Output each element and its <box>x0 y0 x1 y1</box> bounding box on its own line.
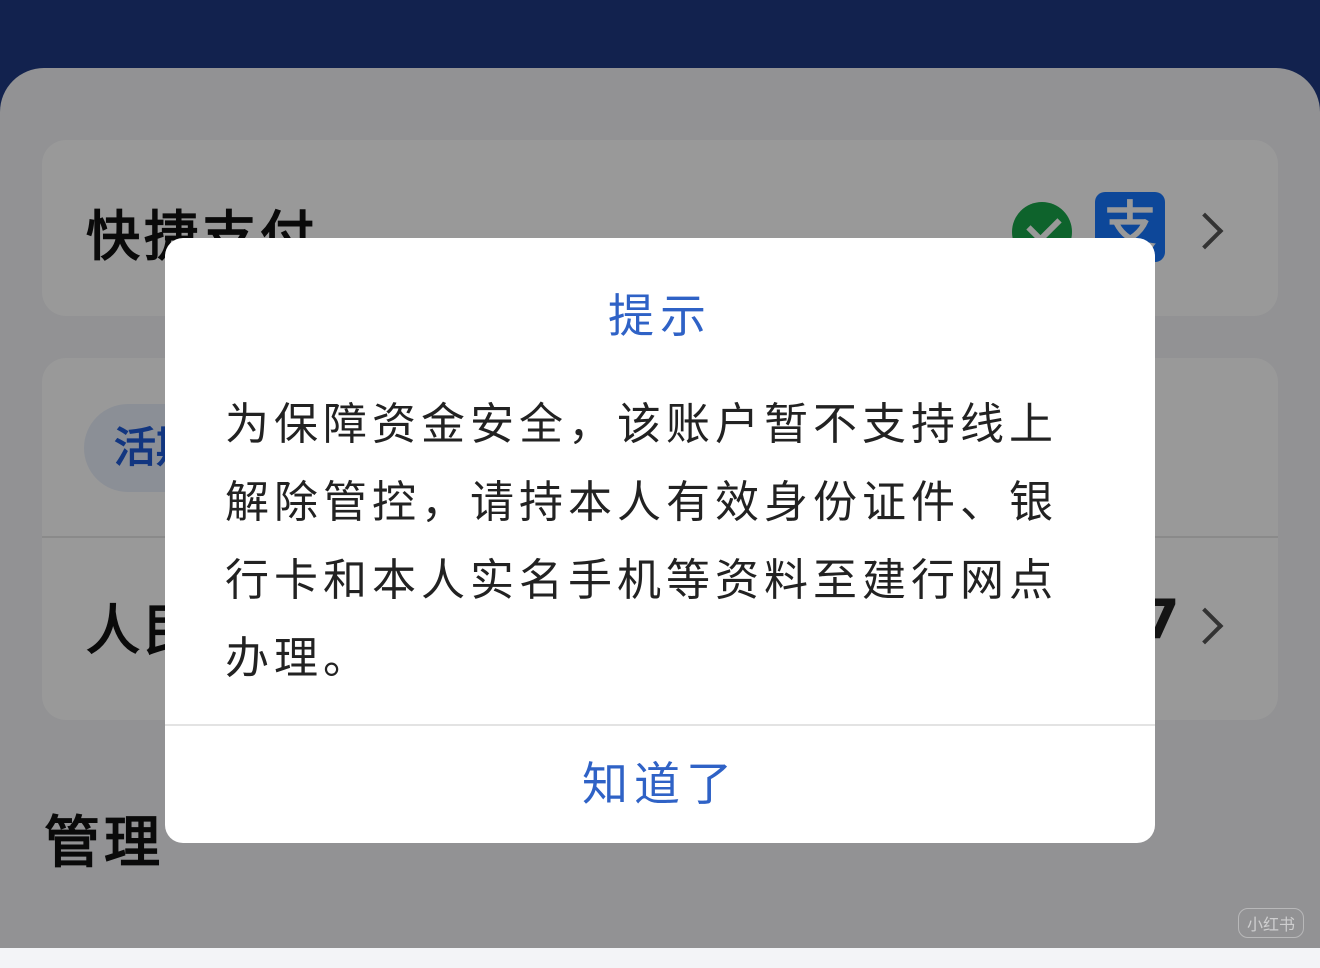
alert-dialog: 提示 为保障资金安全，该账户暂不支持线上解除管控，请持本人有效身份证件、银行卡和… <box>165 238 1155 843</box>
dialog-message: 为保障资金安全，该账户暂不支持线上解除管控，请持本人有效身份证件、银行卡和本人实… <box>225 399 1058 684</box>
dialog-confirm-button[interactable]: 知道了 <box>165 726 1155 843</box>
dialog-title: 提示 <box>608 289 712 343</box>
watermark: 小红书 <box>1237 908 1304 938</box>
